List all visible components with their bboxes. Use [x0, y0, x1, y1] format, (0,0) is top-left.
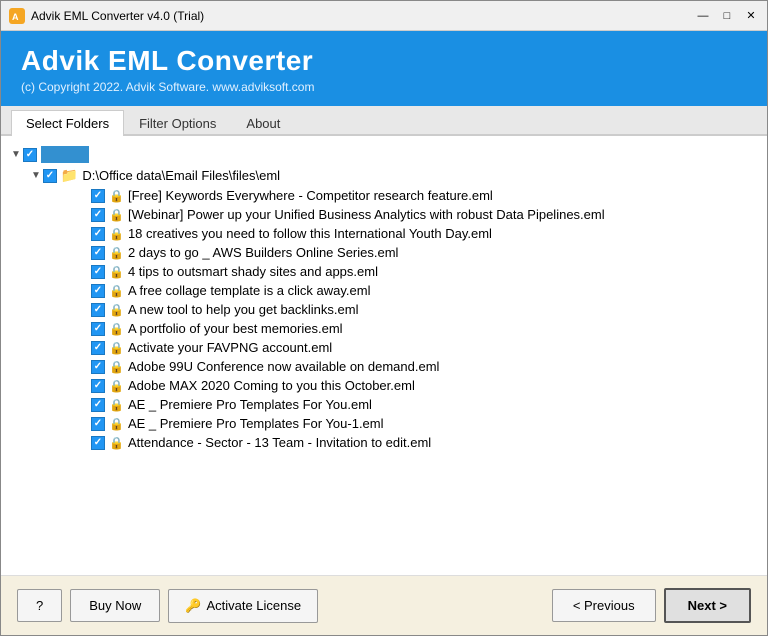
- eml-icon: 🔒: [109, 436, 124, 450]
- root-label: [41, 146, 89, 163]
- tree-file-node: 🔒 [Webinar] Power up your Unified Busines…: [11, 205, 757, 224]
- close-button[interactable]: ✕: [743, 8, 759, 24]
- eml-icon: 🔒: [109, 303, 124, 317]
- help-button[interactable]: ?: [17, 589, 62, 622]
- file-label: 4 tips to outsmart shady sites and apps.…: [128, 264, 378, 279]
- expand-icon-root[interactable]: ▼: [11, 149, 21, 160]
- eml-icon: 🔒: [109, 208, 124, 222]
- tree-file-node: 🔒 Adobe MAX 2020 Coming to you this Octob…: [11, 376, 757, 395]
- eml-icon: 🔒: [109, 398, 124, 412]
- app-icon: A: [9, 8, 25, 24]
- tab-about[interactable]: About: [231, 110, 295, 136]
- file-checkbox[interactable]: [91, 417, 105, 431]
- minimize-button[interactable]: —: [695, 8, 711, 24]
- app-header: Advik EML Converter (c) Copyright 2022. …: [1, 31, 767, 106]
- tree-file-node: 🔒 Activate your FAVPNG account.eml: [11, 338, 757, 357]
- eml-icon: 🔒: [109, 284, 124, 298]
- file-checkbox[interactable]: [91, 284, 105, 298]
- tab-select-folders[interactable]: Select Folders: [11, 110, 124, 136]
- file-label: 2 days to go _ AWS Builders Online Serie…: [128, 245, 398, 260]
- main-content: ▼ ▼ 📁 D:\Office data\Email Files\files\e…: [1, 136, 767, 575]
- tree-file-node: 🔒 Adobe 99U Conference now available on d…: [11, 357, 757, 376]
- root-checkbox[interactable]: [23, 148, 37, 162]
- file-label: 18 creatives you need to follow this Int…: [128, 226, 492, 241]
- eml-icon: 🔒: [109, 189, 124, 203]
- file-checkbox[interactable]: [91, 265, 105, 279]
- eml-icon: 🔒: [109, 265, 124, 279]
- folder-path: D:\Office data\Email Files\files\eml: [82, 168, 280, 183]
- file-label: [Webinar] Power up your Unified Business…: [128, 207, 605, 222]
- title-bar: A Advik EML Converter v4.0 (Trial) — □ ✕: [1, 1, 767, 31]
- eml-icon: 🔒: [109, 322, 124, 336]
- file-checkbox[interactable]: [91, 341, 105, 355]
- file-label: A free collage template is a click away.…: [128, 283, 371, 298]
- eml-icon: 🔒: [109, 379, 124, 393]
- file-label: Attendance - Sector - 13 Team - Invitati…: [128, 435, 431, 450]
- file-label: Adobe MAX 2020 Coming to you this Octobe…: [128, 378, 415, 393]
- eml-icon: 🔒: [109, 227, 124, 241]
- activate-license-button[interactable]: 🔑 Activate License: [168, 589, 318, 623]
- file-checkbox[interactable]: [91, 303, 105, 317]
- file-list: 🔒 [Free] Keywords Everywhere - Competitor…: [11, 186, 757, 452]
- tree-file-node: 🔒 AE _ Premiere Pro Templates For You-1.e…: [11, 414, 757, 433]
- tree-file-node: 🔒 AE _ Premiere Pro Templates For You.eml: [11, 395, 757, 414]
- tree-file-node: 🔒 [Free] Keywords Everywhere - Competitor…: [11, 186, 757, 205]
- eml-icon: 🔒: [109, 246, 124, 260]
- tree-file-node: 🔒 Attendance - Sector - 13 Team - Invitat…: [11, 433, 757, 452]
- tree-file-node: 🔒 4 tips to outsmart shady sites and apps…: [11, 262, 757, 281]
- file-checkbox[interactable]: [91, 246, 105, 260]
- footer: ? Buy Now 🔑 Activate License < Previous …: [1, 575, 767, 635]
- file-checkbox[interactable]: [91, 227, 105, 241]
- file-label: A new tool to help you get backlinks.eml: [128, 302, 359, 317]
- file-checkbox[interactable]: [91, 189, 105, 203]
- file-label: Adobe 99U Conference now available on de…: [128, 359, 439, 374]
- eml-icon: 🔒: [109, 341, 124, 355]
- file-checkbox[interactable]: [91, 360, 105, 374]
- eml-icon: 🔒: [109, 417, 124, 431]
- file-label: [Free] Keywords Everywhere - Competitor …: [128, 188, 493, 203]
- tree-file-node: 🔒 18 creatives you need to follow this In…: [11, 224, 757, 243]
- tab-bar: Select Folders Filter Options About: [1, 106, 767, 136]
- app-title: Advik EML Converter: [21, 45, 747, 77]
- file-checkbox[interactable]: [91, 208, 105, 222]
- expand-icon-folder[interactable]: ▼: [31, 170, 41, 181]
- app-subtitle: (c) Copyright 2022. Advik Software. www.…: [21, 80, 747, 94]
- file-tree: ▼ ▼ 📁 D:\Office data\Email Files\files\e…: [11, 144, 757, 186]
- tree-file-node: 🔒 A portfolio of your best memories.eml: [11, 319, 757, 338]
- tree-root-node: ▼: [11, 144, 757, 165]
- file-checkbox[interactable]: [91, 398, 105, 412]
- tree-file-node: 🔒 2 days to go _ AWS Builders Online Seri…: [11, 243, 757, 262]
- activate-label: Activate License: [206, 598, 301, 613]
- folder-checkbox[interactable]: [43, 169, 57, 183]
- window-controls: — □ ✕: [695, 8, 759, 24]
- file-label: A portfolio of your best memories.eml: [128, 321, 343, 336]
- key-icon: 🔑: [185, 598, 201, 614]
- folder-icon: 📁: [61, 167, 78, 184]
- previous-button[interactable]: < Previous: [552, 589, 656, 622]
- buy-now-button[interactable]: Buy Now: [70, 589, 160, 622]
- tree-file-node: 🔒 A new tool to help you get backlinks.em…: [11, 300, 757, 319]
- file-label: Activate your FAVPNG account.eml: [128, 340, 332, 355]
- title-bar-title: Advik EML Converter v4.0 (Trial): [31, 9, 695, 23]
- file-checkbox[interactable]: [91, 436, 105, 450]
- file-checkbox[interactable]: [91, 379, 105, 393]
- next-button[interactable]: Next >: [664, 588, 751, 623]
- file-label: AE _ Premiere Pro Templates For You-1.em…: [128, 416, 384, 431]
- eml-icon: 🔒: [109, 360, 124, 374]
- file-label: AE _ Premiere Pro Templates For You.eml: [128, 397, 372, 412]
- svg-text:A: A: [12, 12, 19, 22]
- file-checkbox[interactable]: [91, 322, 105, 336]
- maximize-button[interactable]: □: [719, 8, 735, 24]
- tree-folder-node: ▼ 📁 D:\Office data\Email Files\files\eml: [11, 165, 757, 186]
- tree-file-node: 🔒 A free collage template is a click away…: [11, 281, 757, 300]
- tab-filter-options[interactable]: Filter Options: [124, 110, 231, 136]
